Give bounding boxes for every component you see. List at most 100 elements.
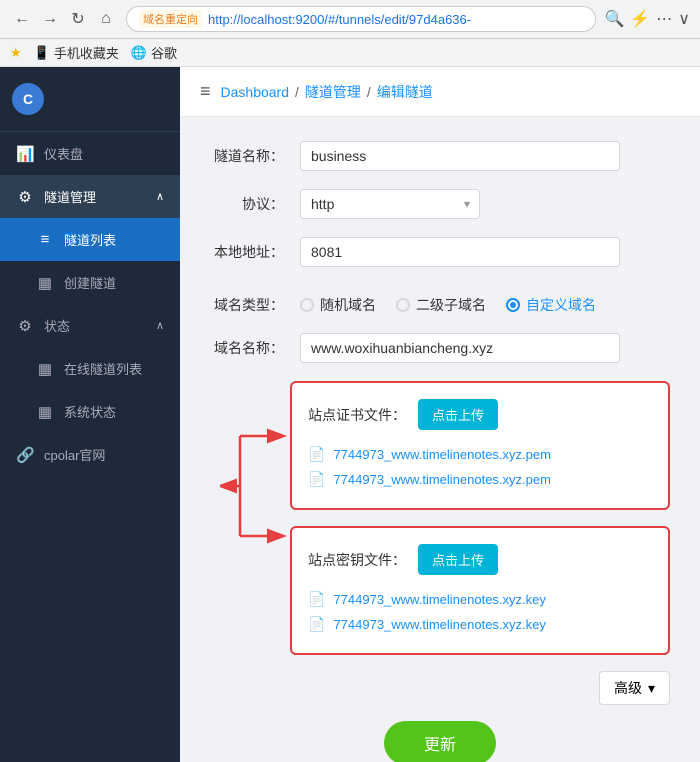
- breadcrumb-sep1: /: [295, 84, 299, 100]
- radio-label-random: 随机域名: [320, 295, 376, 315]
- back-button[interactable]: ←: [10, 7, 34, 31]
- advanced-button[interactable]: 高级 ▾: [599, 671, 670, 705]
- sidebar-item-label: 系统状态: [64, 402, 116, 421]
- cert-file-name-1: 7744973_www.timelinenotes.xyz.pem: [333, 447, 551, 462]
- forward-button[interactable]: →: [38, 7, 62, 31]
- chevron-up-icon-2: ∧: [156, 319, 164, 332]
- cert-file-item-2[interactable]: 📄 7744973_www.timelinenotes.xyz.pem: [308, 467, 652, 492]
- settings-icon: ⚙: [16, 317, 34, 335]
- menu-toggle-icon[interactable]: ≡: [200, 81, 211, 102]
- radio-label-second: 二级子域名: [416, 295, 486, 315]
- dashboard-icon: 📊: [16, 145, 34, 163]
- key-file-item-2[interactable]: 📄 7744973_www.timelinenotes.xyz.key: [308, 612, 652, 637]
- file-icon-2: 📄: [308, 471, 325, 488]
- logo-circle: C: [12, 83, 44, 115]
- radio-dot-second: [396, 298, 410, 312]
- home-button[interactable]: ⌂: [94, 7, 118, 31]
- domain-type-label: 域名类型：: [210, 295, 300, 315]
- star-icon: ★: [10, 45, 22, 61]
- local-addr-row: 本地地址：: [210, 237, 670, 267]
- key-file-item-1[interactable]: 📄 7744973_www.timelinenotes.xyz.key: [308, 587, 652, 612]
- lightning-icon[interactable]: ⚡: [630, 9, 650, 29]
- domain-name-label: 域名名称：: [210, 338, 300, 358]
- bookmark-google[interactable]: 🌐 谷歌: [131, 43, 177, 62]
- sidebar-item-label: 在线隧道列表: [64, 359, 142, 378]
- browser-chrome: ← → ↻ ⌂ 域名重定向 http://localhost:9200/#/tu…: [0, 0, 700, 39]
- cert-file-item-1[interactable]: 📄 7744973_www.timelinenotes.xyz.pem: [308, 442, 652, 467]
- more-icon[interactable]: ⋯: [656, 9, 672, 29]
- sidebar-item-status[interactable]: ⚙ 状态 ∧: [0, 304, 180, 347]
- file-icon-4: 📄: [308, 616, 325, 633]
- local-addr-label: 本地地址：: [210, 242, 300, 262]
- key-file-label: 站点密钥文件：: [308, 550, 406, 570]
- sidebar-item-label: 隧道列表: [64, 230, 116, 249]
- mobile-icon: 📱: [34, 45, 50, 61]
- upload-section: 站点证书文件： 点击上传 📄 7744973_www.timelinenotes…: [230, 381, 670, 655]
- sidebar-item-tunnel-mgmt[interactable]: ⚙ 隧道管理 ∧: [0, 175, 180, 218]
- redirect-badge: 域名重定向: [139, 10, 202, 28]
- domain-name-row: 域名名称：: [210, 333, 670, 363]
- arrows-svg: [220, 381, 290, 601]
- search-icon[interactable]: 🔍: [604, 9, 624, 29]
- gear-icon: ⚙: [16, 188, 34, 206]
- update-button[interactable]: 更新: [384, 721, 496, 762]
- chevron-up-icon: ∧: [156, 190, 164, 203]
- breadcrumb-current: 编辑隧道: [377, 82, 433, 102]
- local-addr-input[interactable]: [300, 237, 620, 267]
- sidebar-item-system-status[interactable]: ▦ 系统状态: [0, 390, 180, 433]
- radio-custom[interactable]: 自定义域名: [506, 295, 596, 315]
- tunnel-name-label: 隧道名称：: [210, 146, 300, 166]
- page-body: 隧道名称： 协议： http https tcp udp ▾ 本地: [180, 117, 700, 762]
- address-bar[interactable]: 域名重定向 http://localhost:9200/#/tunnels/ed…: [126, 6, 596, 32]
- tunnel-name-input[interactable]: [300, 141, 620, 171]
- sidebar-item-tunnel-list[interactable]: ≡ 隧道列表: [0, 218, 180, 261]
- spacer: [210, 285, 670, 295]
- breadcrumb: Dashboard / 隧道管理 / 编辑隧道: [221, 82, 433, 102]
- domain-name-input[interactable]: [300, 333, 620, 363]
- sidebar-item-label: cpolar官网: [44, 445, 105, 464]
- protocol-select[interactable]: http https tcp udp: [300, 189, 480, 219]
- cert-file-label: 站点证书文件：: [308, 405, 406, 425]
- chevron-down-icon[interactable]: ∨: [678, 9, 690, 29]
- main-content: ≡ Dashboard / 隧道管理 / 编辑隧道 隧道名称： 协议： http: [180, 67, 700, 762]
- tunnel-name-row: 隧道名称：: [210, 141, 670, 171]
- file-icon-3: 📄: [308, 591, 325, 608]
- sidebar: C 📊 仪表盘 ⚙ 隧道管理 ∧ ≡ 隧道列表 ▦ 创建隧道 ⚙: [0, 67, 180, 762]
- topbar: ≡ Dashboard / 隧道管理 / 编辑隧道: [180, 67, 700, 117]
- protocol-row: 协议： http https tcp udp ▾: [210, 189, 670, 219]
- reload-button[interactable]: ↻: [66, 7, 90, 31]
- app-layout: C 📊 仪表盘 ⚙ 隧道管理 ∧ ≡ 隧道列表 ▦ 创建隧道 ⚙: [0, 67, 700, 762]
- globe-icon: 🌐: [131, 45, 147, 61]
- grid-icon: ▦: [36, 274, 54, 292]
- sidebar-item-online-tunnels[interactable]: ▦ 在线隧道列表: [0, 347, 180, 390]
- key-file-name-1: 7744973_www.timelinenotes.xyz.key: [333, 592, 545, 607]
- radio-random[interactable]: 随机域名: [300, 295, 376, 315]
- sidebar-item-label: 状态: [44, 316, 70, 335]
- nav-buttons: ← → ↻ ⌂: [10, 7, 118, 31]
- cert-upload-button[interactable]: 点击上传: [418, 399, 498, 430]
- update-row: 更新: [210, 721, 670, 762]
- key-upload-button[interactable]: 点击上传: [418, 544, 498, 575]
- key-file-name-2: 7744973_www.timelinenotes.xyz.key: [333, 617, 545, 632]
- key-file-header: 站点密钥文件： 点击上传: [308, 544, 652, 575]
- sidebar-item-cpolar[interactable]: 🔗 cpolar官网: [0, 433, 180, 476]
- radio-label-custom: 自定义域名: [526, 295, 596, 315]
- breadcrumb-home[interactable]: Dashboard: [221, 84, 290, 100]
- protocol-select-wrapper: http https tcp udp ▾: [300, 189, 480, 219]
- sidebar-item-label: 仪表盘: [44, 144, 83, 163]
- radio-second-level[interactable]: 二级子域名: [396, 295, 486, 315]
- bookmark-mobile[interactable]: 📱 手机收藏夹: [34, 43, 119, 62]
- advanced-btn-wrapper: 高级 ▾: [210, 671, 670, 705]
- system-icon: ▦: [36, 403, 54, 421]
- sidebar-item-create-tunnel[interactable]: ▦ 创建隧道: [0, 261, 180, 304]
- external-link-icon: 🔗: [16, 446, 34, 464]
- list-icon: ≡: [36, 231, 54, 248]
- breadcrumb-parent[interactable]: 隧道管理: [305, 82, 361, 102]
- domain-type-row: 域名类型： 随机域名 二级子域名 自定义域名: [210, 295, 670, 315]
- browser-actions: 🔍 ⚡ ⋯ ∨: [604, 9, 690, 29]
- advanced-arrow-icon: ▾: [648, 680, 655, 697]
- sidebar-logo: C: [0, 67, 180, 132]
- sidebar-item-dashboard[interactable]: 📊 仪表盘: [0, 132, 180, 175]
- cert-file-name-2: 7744973_www.timelinenotes.xyz.pem: [333, 472, 551, 487]
- sidebar-menu: 📊 仪表盘 ⚙ 隧道管理 ∧ ≡ 隧道列表 ▦ 创建隧道 ⚙ 状态 ∧: [0, 132, 180, 762]
